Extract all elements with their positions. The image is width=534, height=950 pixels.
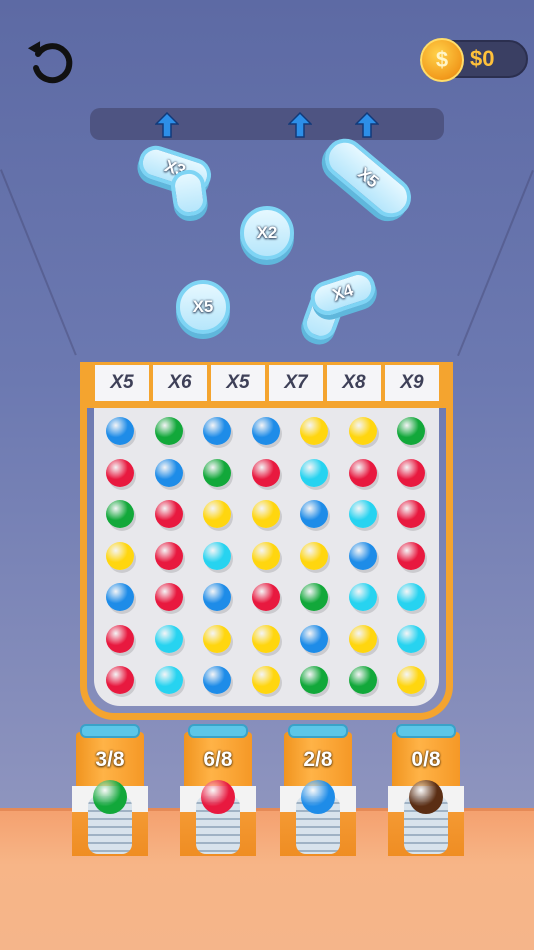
multiplier-piece[interactable]: X4 [306, 266, 380, 320]
ball-cyan[interactable] [154, 666, 183, 694]
ball-yellow[interactable] [251, 541, 280, 570]
ball-yellow[interactable] [106, 541, 134, 570]
ball-yellow[interactable] [203, 500, 231, 528]
ball-yellow[interactable] [397, 666, 425, 694]
ball-green[interactable] [348, 666, 377, 694]
tube-ball [409, 780, 443, 814]
tube-cap [288, 724, 348, 738]
ball-red[interactable] [348, 458, 377, 487]
ball-red[interactable] [154, 541, 183, 570]
ball-blue[interactable] [300, 624, 328, 653]
up-arrow-icon[interactable] [288, 112, 312, 138]
collector-tube[interactable]: 6/8 [180, 724, 256, 856]
tube-count: 6/8 [203, 748, 233, 771]
ball-yellow[interactable] [251, 624, 280, 653]
ball-blue[interactable] [203, 583, 231, 611]
multiplier-piece[interactable]: X5 [176, 280, 230, 334]
tube-count: 2/8 [303, 748, 333, 771]
ball-yellow[interactable] [203, 624, 231, 653]
ball-blue[interactable] [203, 666, 231, 694]
ball-red[interactable] [106, 624, 134, 653]
ball-blue[interactable] [348, 541, 377, 570]
ball-yellow[interactable] [251, 500, 280, 528]
tube-count: 3/8 [95, 748, 125, 771]
ball-green[interactable] [397, 417, 425, 445]
ball-blue[interactable] [106, 583, 134, 611]
dollar-coin-icon: $ [420, 38, 464, 82]
ball-cyan[interactable] [348, 583, 377, 611]
ball-green[interactable] [300, 583, 328, 611]
ball-red[interactable] [251, 583, 280, 611]
ball-yellow[interactable] [348, 624, 377, 653]
up-arrow-icon[interactable] [155, 112, 179, 138]
collector-tube[interactable]: 2/8 [280, 724, 356, 856]
ball-red[interactable] [397, 500, 425, 528]
up-arrow-icon[interactable] [355, 112, 379, 138]
collector-tube[interactable]: 3/8 [72, 724, 148, 856]
tube-count: 0/8 [411, 748, 441, 771]
ball-blue[interactable] [251, 417, 280, 445]
wall-line-right [457, 170, 534, 357]
ball-yellow[interactable] [348, 417, 377, 445]
ball-red[interactable] [154, 500, 183, 528]
collector-tube[interactable]: 0/8 [388, 724, 464, 856]
ball-green[interactable] [106, 500, 134, 528]
coin-amount: $0 [470, 46, 495, 71]
ball-red[interactable] [154, 583, 183, 611]
tube-ball [93, 780, 127, 814]
ball-red[interactable] [106, 666, 134, 694]
ball-red[interactable] [397, 541, 425, 570]
ball-cyan[interactable] [154, 624, 183, 653]
wall-line-left [0, 169, 77, 356]
drop-track[interactable] [90, 108, 444, 140]
tube-ball [201, 780, 235, 814]
tube-cap [396, 724, 456, 738]
ball-cyan[interactable] [397, 583, 425, 611]
ball-yellow[interactable] [300, 417, 328, 445]
tube-cap [188, 724, 248, 738]
ball-red[interactable] [251, 458, 280, 487]
coin-counter: $ $0 [420, 38, 528, 82]
ball-cyan[interactable] [348, 500, 377, 528]
ball-blue[interactable] [106, 417, 134, 445]
ball-cyan[interactable] [300, 458, 328, 487]
ball-yellow[interactable] [251, 666, 280, 694]
ball-blue[interactable] [300, 500, 328, 528]
ball-green[interactable] [300, 666, 328, 694]
multiplier-piece[interactable]: X5 [316, 130, 420, 226]
ball-cyan[interactable] [397, 624, 425, 653]
ball-blue[interactable] [203, 417, 231, 445]
ball-yellow[interactable] [300, 541, 328, 570]
ball-green[interactable] [203, 458, 231, 487]
ball-red[interactable] [397, 458, 425, 487]
ball-cyan[interactable] [203, 541, 231, 570]
tube-ball [301, 780, 335, 814]
ball-blue[interactable] [154, 458, 183, 487]
ball-board: X5 X6 X5 X7 X8 X9 [80, 362, 453, 720]
multiplier-piece[interactable]: X2 [240, 206, 294, 260]
ball-red[interactable] [106, 458, 134, 487]
ball-green[interactable] [154, 417, 183, 445]
tube-cap [80, 724, 140, 738]
restart-button[interactable] [24, 34, 76, 86]
restart-icon [27, 41, 73, 84]
